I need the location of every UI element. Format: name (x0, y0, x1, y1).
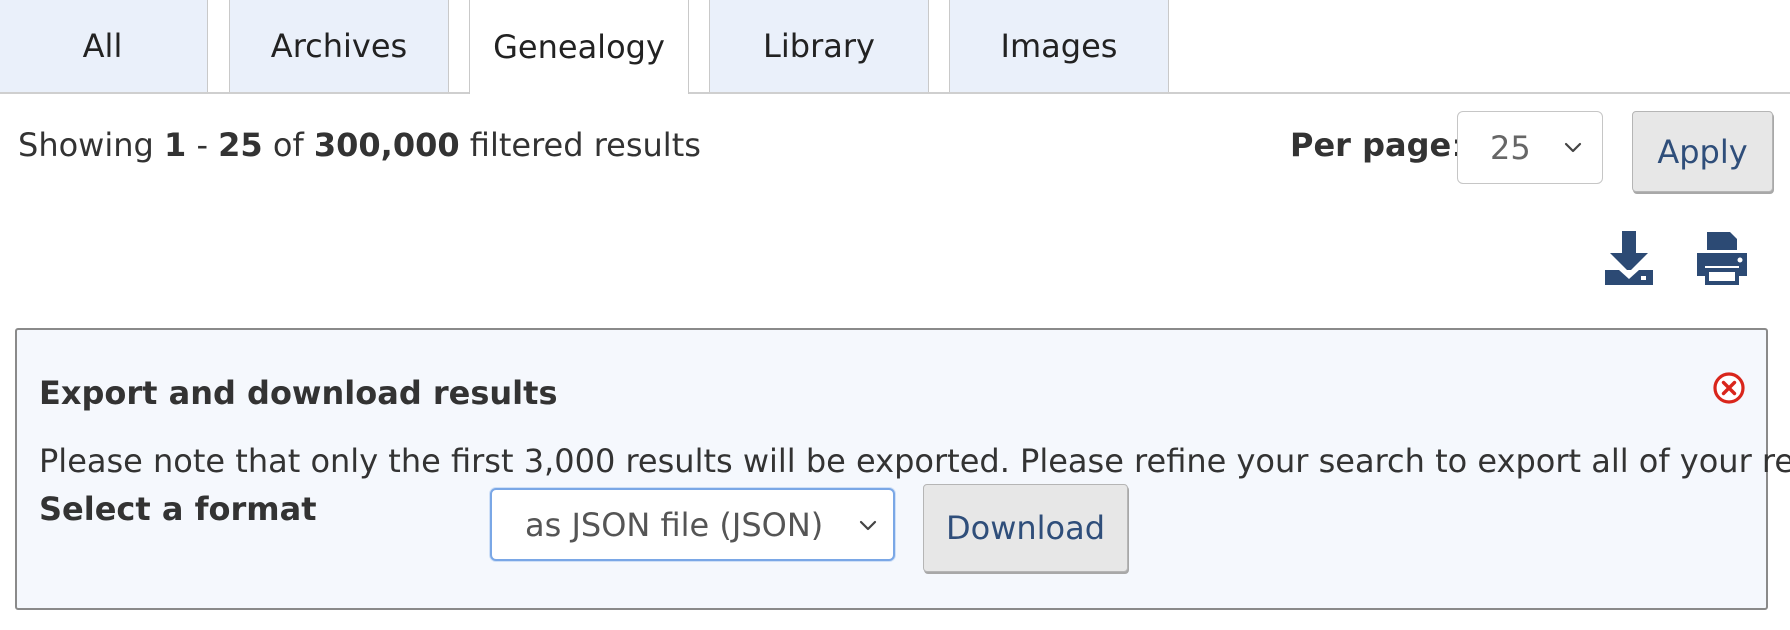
tab-label: Genealogy (493, 28, 665, 66)
download-button-label: Download (945, 509, 1106, 547)
format-label: Select a format (39, 490, 317, 528)
close-circle-icon[interactable] (1712, 371, 1746, 405)
results-suffix: filtered results (459, 126, 701, 164)
download-format-button[interactable]: Download (923, 484, 1128, 572)
page: All Archives Genealogy Library Images Sh… (0, 0, 1790, 630)
per-page-select[interactable]: 25 (1457, 111, 1603, 184)
tab-label: Archives (270, 27, 408, 65)
results-summary: Showing 1 - 25 of 300,000 filtered resul… (18, 126, 701, 164)
download-icon (1605, 231, 1653, 285)
download-button[interactable] (1601, 228, 1657, 288)
tab-bar-divider (0, 92, 1790, 94)
tab-label: All (82, 27, 123, 65)
export-panel: Export and download results Please note … (15, 328, 1790, 610)
tab-label: Library (763, 27, 875, 65)
tab-archives[interactable]: Archives (229, 0, 449, 92)
format-select[interactable]: as JSON file (JSON) (490, 488, 895, 561)
results-start: 1 (164, 126, 187, 164)
results-end: 25 (218, 126, 263, 164)
per-page-label: Per page: (1290, 126, 1462, 164)
format-select-value: as JSON file (JSON) (525, 505, 824, 544)
results-prefix: Showing (18, 126, 164, 164)
tab-bar: All Archives Genealogy Library Images (0, 0, 1790, 94)
tab-genealogy[interactable]: Genealogy (469, 0, 689, 94)
export-panel-title: Export and download results (39, 374, 558, 412)
per-page-value: 25 (1490, 128, 1531, 167)
tab-images[interactable]: Images (949, 0, 1169, 92)
export-note: Please note that only the first 3,000 re… (39, 442, 1790, 480)
results-separator: - (186, 126, 219, 164)
results-of: of (262, 126, 314, 164)
tab-library[interactable]: Library (709, 0, 929, 92)
chevron-down-icon (859, 520, 877, 531)
print-button[interactable] (1694, 228, 1750, 288)
chevron-down-icon (1564, 142, 1582, 153)
per-page-label-text: Per page (1290, 126, 1452, 164)
print-icon (1697, 232, 1747, 285)
results-total: 300,000 (313, 126, 460, 164)
tab-label: Images (1000, 27, 1118, 65)
tab-all[interactable]: All (0, 0, 208, 92)
apply-button-label: Apply (1657, 132, 1748, 171)
apply-button[interactable]: Apply (1632, 111, 1773, 192)
